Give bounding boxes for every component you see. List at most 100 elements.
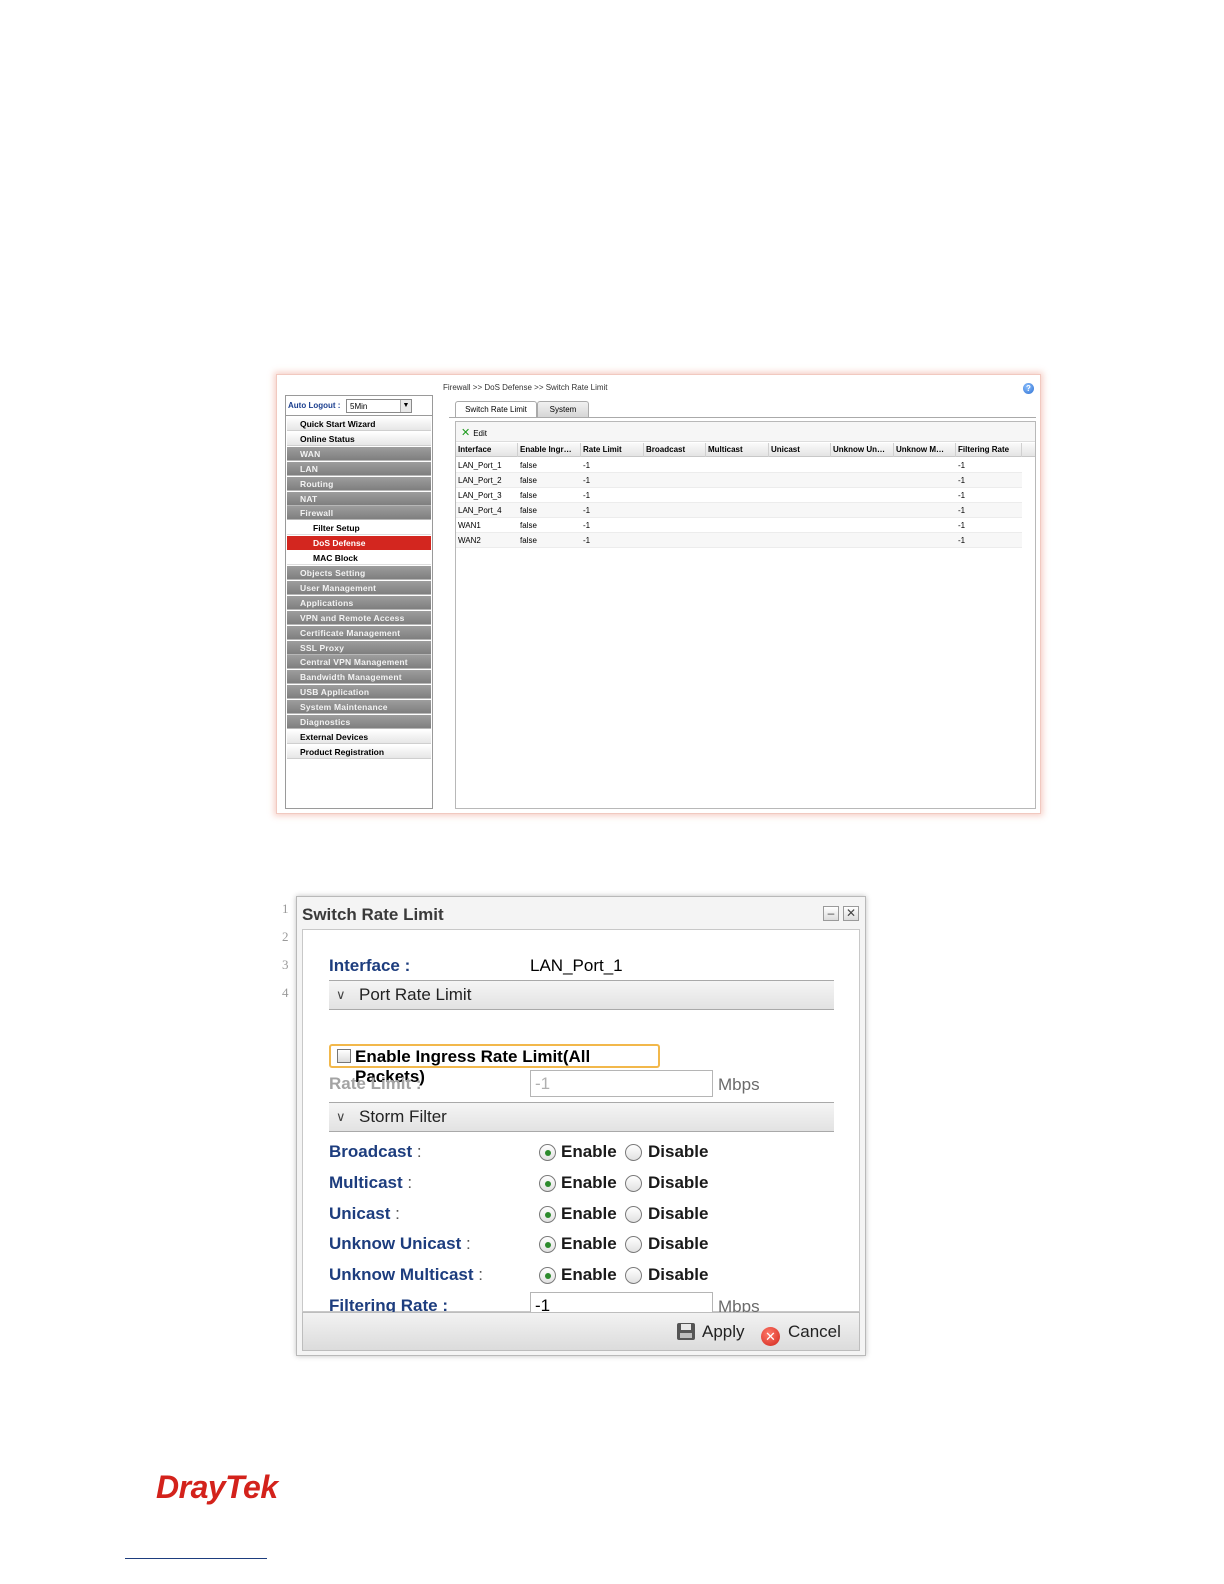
table-row[interactable]: LAN_Port_2 false -1 -1 (456, 473, 1022, 488)
table-row[interactable]: LAN_Port_4 false -1 -1 (456, 503, 1022, 518)
sidebar-item-online-status[interactable]: Online Status (287, 431, 431, 446)
apply-label: Apply (702, 1322, 745, 1341)
table-cell (706, 473, 708, 488)
tab-system[interactable]: System (537, 401, 589, 417)
edit-label: Edit (473, 429, 488, 438)
table-cell: WAN2 (458, 536, 481, 545)
table-row[interactable]: WAN1 false -1 -1 (456, 518, 1022, 533)
enable-radio[interactable] (539, 1236, 556, 1254)
disable-radio-label[interactable]: Disable (648, 1142, 708, 1162)
sidebar-item-user-management[interactable]: User Management (287, 580, 431, 595)
table-cell: -1 (958, 506, 966, 515)
disable-radio-label[interactable]: Disable (648, 1265, 708, 1285)
enable-radio-label[interactable]: Enable (561, 1204, 617, 1224)
minimize-icon[interactable]: – (823, 906, 839, 921)
column-header[interactable]: Rate Limit (581, 443, 644, 457)
storm-filter-section[interactable]: ∨ Storm Filter (329, 1102, 834, 1132)
column-header[interactable]: Broadcast (644, 443, 706, 457)
switch-rate-limit-dialog: Switch Rate Limit – ✕ Interface : LAN_Po… (296, 896, 866, 1356)
column-header[interactable]: Unknow M… (894, 443, 956, 457)
table-cell: -1 (583, 521, 591, 530)
enable-radio-label[interactable]: Enable (561, 1234, 617, 1254)
column-header[interactable]: Unicast (769, 443, 831, 457)
cancel-button[interactable]: ✕ Cancel (761, 1322, 841, 1346)
column-header[interactable]: Multicast (706, 443, 769, 457)
enable-radio-label[interactable]: Enable (561, 1265, 617, 1285)
enable-radio[interactable] (539, 1205, 556, 1223)
table-cell (769, 488, 771, 503)
table-cell (706, 503, 708, 518)
table-cell: -1 (583, 506, 591, 515)
storm-filter-label: Unknow Multicast : (329, 1265, 483, 1285)
apply-button[interactable]: Apply (677, 1322, 745, 1342)
sidebar-item-bandwidth-management[interactable]: Bandwidth Management (287, 670, 431, 685)
enable-radio-label[interactable]: Enable (561, 1173, 617, 1193)
sidebar-item-certificate-management[interactable]: Certificate Management (287, 625, 431, 640)
auto-logout-bar: Auto Logout : 5Min ▼ (286, 396, 432, 416)
enable-radio[interactable] (539, 1267, 556, 1285)
table-cell (831, 488, 833, 503)
disable-radio[interactable] (625, 1174, 642, 1192)
column-header[interactable]: Enable Ingr… (518, 443, 581, 457)
enable-radio[interactable] (539, 1174, 556, 1192)
sidebar-item-filter-setup[interactable]: Filter Setup (287, 521, 431, 536)
disable-radio-label[interactable]: Disable (648, 1234, 708, 1254)
sidebar-item-external-devices[interactable]: External Devices (287, 729, 431, 744)
sidebar-item-usb-application[interactable]: USB Application (287, 685, 431, 700)
enable-ingress-checkbox[interactable] (337, 1049, 351, 1063)
sidebar-item-vpn-remote-access[interactable]: VPN and Remote Access (287, 610, 431, 625)
column-header[interactable]: Unknow Un… (831, 443, 894, 457)
tab-switch-rate-limit[interactable]: Switch Rate Limit (455, 401, 537, 417)
table-cell (769, 473, 771, 488)
auto-logout-select[interactable]: 5Min ▼ (346, 399, 412, 413)
enable-radio-label[interactable]: Enable (561, 1142, 617, 1162)
enable-ingress-checkbox-row[interactable]: Enable Ingress Rate Limit(All Packets) (329, 1044, 660, 1086)
table-row[interactable]: LAN_Port_1 false -1 -1 (456, 458, 1022, 473)
disable-radio[interactable] (625, 1205, 642, 1223)
table-cell: -1 (583, 461, 591, 470)
sidebar-item-mac-block[interactable]: MAC Block (287, 551, 431, 566)
table-cell (769, 518, 771, 533)
chevron-down-icon[interactable]: ▼ (400, 400, 411, 412)
sidebar-item-routing[interactable]: Routing (287, 476, 431, 491)
line-number: 2 (282, 929, 289, 944)
help-icon[interactable]: ? (1023, 383, 1034, 394)
table-cell (894, 488, 896, 503)
sidebar-item-objects-setting[interactable]: Objects Setting (287, 566, 431, 580)
port-rate-limit-section[interactable]: ∨ Port Rate Limit (329, 980, 834, 1010)
table-cell: -1 (958, 491, 966, 500)
disable-radio-label[interactable]: Disable (648, 1204, 708, 1224)
column-header[interactable]: Filtering Rate (956, 443, 1022, 457)
sidebar-item-applications[interactable]: Applications (287, 595, 431, 610)
storm-filter-label: Unicast : (329, 1204, 400, 1224)
sidebar-item-wan[interactable]: WAN (287, 446, 431, 461)
sidebar-item-nat[interactable]: NAT (287, 491, 431, 506)
sidebar-item-lan[interactable]: LAN (287, 461, 431, 476)
table-cell (894, 503, 896, 518)
table-cell: LAN_Port_4 (458, 506, 502, 515)
sidebar-item-dos-defense[interactable]: DoS Defense (287, 536, 431, 551)
table-row[interactable]: LAN_Port_3 false -1 -1 (456, 488, 1022, 503)
sidebar-item-product-registration[interactable]: Product Registration (287, 744, 431, 759)
sidebar-item-central-vpn-management[interactable]: Central VPN Management (287, 655, 431, 670)
sidebar-item-diagnostics[interactable]: Diagnostics (287, 715, 431, 729)
table-row[interactable]: WAN2 false -1 -1 (456, 533, 1022, 548)
chevron-down-icon: ∨ (336, 1109, 346, 1124)
disable-radio-label[interactable]: Disable (648, 1173, 708, 1193)
table-cell (644, 458, 646, 473)
disable-radio[interactable] (625, 1267, 642, 1285)
table-cell: false (520, 506, 537, 515)
column-header[interactable]: Interface (456, 443, 518, 457)
sidebar-item-system-maintenance[interactable]: System Maintenance (287, 700, 431, 715)
sidebar-item-ssl-proxy[interactable]: SSL Proxy (287, 640, 431, 655)
table-cell (894, 458, 896, 473)
sidebar-item-firewall[interactable]: Firewall (287, 506, 431, 521)
disable-radio[interactable] (625, 1236, 642, 1254)
enable-radio[interactable] (539, 1144, 556, 1161)
close-icon[interactable]: ✕ (843, 906, 859, 921)
disable-radio[interactable] (625, 1144, 642, 1161)
edit-button[interactable]: ✕ Edit (461, 426, 487, 439)
storm-filter-label: Unknow Unicast : (329, 1234, 471, 1254)
rate-limit-input[interactable]: -1 (530, 1070, 713, 1097)
sidebar-item-quick-start-wizard[interactable]: Quick Start Wizard (287, 417, 431, 431)
